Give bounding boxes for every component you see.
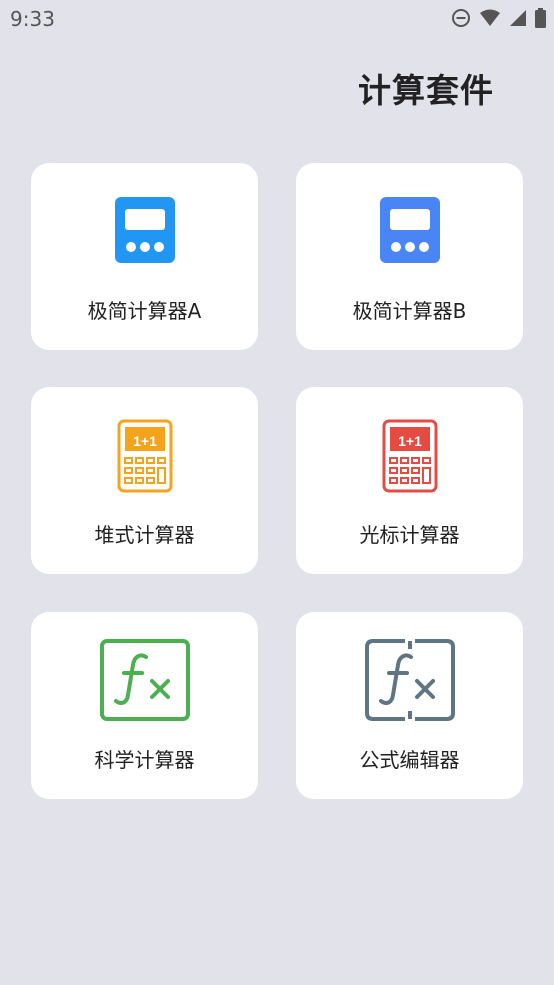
simple-calculator-icon [114,197,175,263]
status-time: 9:33 [10,7,55,31]
app-card-scientific-calculator[interactable]: 科学计算器 [31,612,258,799]
app-card-simple-calculator-b[interactable]: 极简计算器B [296,163,523,350]
cellular-signal-icon [510,10,526,26]
function-fx-icon [99,639,190,721]
function-fx-dashed-icon [364,639,455,721]
calculator-display-text: 1+1 [133,433,157,449]
status-bar: 9:33 [0,0,554,38]
app-card-label: 光标计算器 [359,523,460,547]
app-card-formula-editor[interactable]: 公式编辑器 [296,612,523,799]
app-card-label: 堆式计算器 [94,523,195,547]
app-card-label: 极简计算器B [352,299,467,323]
keypad-calculator-icon: 1+1 [117,419,172,493]
app-card-label: 公式编辑器 [359,748,460,772]
wifi-icon [480,9,500,26]
battery-icon [535,8,546,28]
do-not-disturb-icon [452,9,470,27]
page-title: 计算套件 [358,71,494,110]
status-icons [451,7,546,29]
app-card-cursor-calculator[interactable]: 1+1 光标计算器 [296,387,523,574]
app-card-simple-calculator-a[interactable]: 极简计算器A [31,163,258,350]
keypad-calculator-icon: 1+1 [382,419,437,493]
app-card-stack-calculator[interactable]: 1+1 堆式计算器 [31,387,258,574]
app-card-label: 极简计算器A [87,299,202,323]
app-card-label: 科学计算器 [94,748,195,772]
simple-calculator-icon [379,197,440,263]
calculator-display-text: 1+1 [398,433,422,449]
